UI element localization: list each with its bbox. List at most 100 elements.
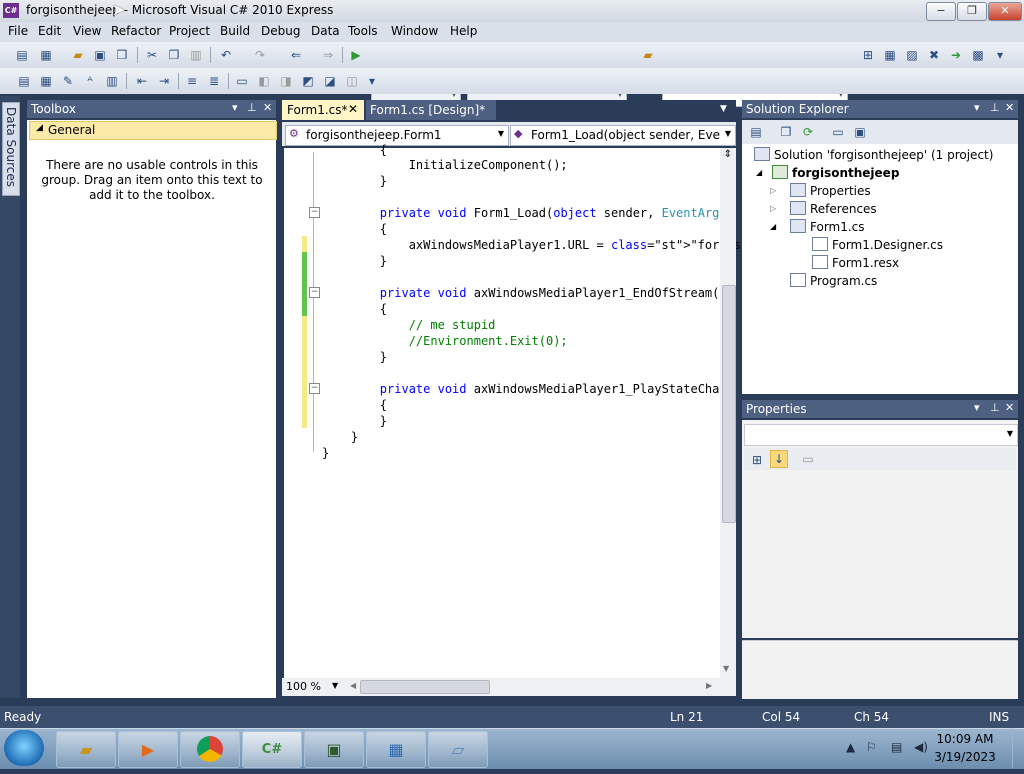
collapse-region-icon[interactable]: − <box>309 383 320 394</box>
action-center-icon[interactable]: ⚐ <box>866 740 877 754</box>
pin-icon[interactable]: ⊥ <box>990 101 1000 114</box>
paste-icon[interactable]: ▥ <box>188 47 204 63</box>
tab-form1-cs[interactable]: Form1.cs* ✕ <box>282 100 364 120</box>
taskbar-chrome[interactable] <box>180 731 240 768</box>
alphabetical-icon[interactable]: ↓ <box>770 450 788 468</box>
volume-icon[interactable]: ◀) <box>914 740 928 754</box>
parameter-info-icon[interactable]: ▦ <box>38 73 54 89</box>
close-icon[interactable]: ✕ <box>263 101 272 114</box>
menu-project[interactable]: Project <box>169 24 210 38</box>
tree-item-project[interactable]: forgisonthejeep <box>772 165 899 180</box>
increase-indent-icon[interactable]: ⇥ <box>156 73 172 89</box>
new-project-icon[interactable]: ▤ <box>14 47 30 63</box>
menu-help[interactable]: Help <box>450 24 477 38</box>
collapse-region-icon[interactable]: − <box>309 207 320 218</box>
refresh-icon[interactable]: ⟳ <box>800 124 816 140</box>
prev-bookmark-folder-icon[interactable]: ◩ <box>300 73 316 89</box>
show-all-files-icon[interactable]: ❐ <box>778 124 794 140</box>
vertical-scroll-thumb[interactable] <box>722 285 736 523</box>
tree-item-form1-designer[interactable]: Form1.Designer.cs <box>812 237 943 252</box>
tree-item-form1-resx[interactable]: Form1.resx <box>812 255 899 270</box>
navigate-forward-icon[interactable]: ⇒ <box>320 47 336 63</box>
taskbar-file-explorer[interactable]: ▰ <box>56 731 116 768</box>
members-combo[interactable]: ◆ Form1_Load(object sender, EventAr ▼ <box>510 125 736 146</box>
view-designer-icon[interactable]: ▣ <box>852 124 868 140</box>
tree-item-program-cs[interactable]: Program.cs <box>790 273 877 288</box>
properties-icon[interactable]: ▤ <box>748 124 764 140</box>
comment-out-icon[interactable]: ≡ <box>184 73 200 89</box>
word-completion-icon[interactable]: ᴬ <box>82 73 98 89</box>
decrease-indent-icon[interactable]: ⇤ <box>134 73 150 89</box>
pin-icon[interactable]: ⊥ <box>247 101 257 114</box>
taskbar-media-player[interactable]: ▶ <box>118 731 178 768</box>
taskbar-visual-csharp[interactable]: C# <box>242 731 302 768</box>
find-in-files-icon[interactable]: ▰ <box>640 47 656 63</box>
toolbox-icon[interactable]: ✖ <box>926 47 942 63</box>
menu-debug[interactable]: Debug <box>261 24 300 38</box>
start-page-icon[interactable]: ➜ <box>948 47 964 63</box>
show-hidden-icons-icon[interactable]: ▲ <box>846 740 855 754</box>
tab-form1-design[interactable]: Form1.cs [Design]* <box>366 100 496 120</box>
expanded-arrow-icon[interactable]: ◢ <box>756 168 762 177</box>
previous-bookmark-icon[interactable]: ◧ <box>256 73 272 89</box>
network-icon[interactable]: ▤ <box>891 740 902 754</box>
menu-view[interactable]: View <box>73 24 101 38</box>
display-object-member-list-icon[interactable]: ▤ <box>16 73 32 89</box>
scroll-left-icon[interactable]: ◀ <box>350 681 356 690</box>
uncomment-icon[interactable]: ≣ <box>206 73 222 89</box>
next-bookmark-folder-icon[interactable]: ◪ <box>322 73 338 89</box>
tree-item-form1-cs[interactable]: Form1.cs <box>790 219 865 234</box>
horizontal-scroll-thumb[interactable] <box>360 680 490 694</box>
menu-data[interactable]: Data <box>311 24 340 38</box>
object-browser-icon[interactable]: ▨ <box>904 47 920 63</box>
types-combo[interactable]: ⚙ forgisonthejeep.Form1 ▼ <box>285 125 509 146</box>
show-desktop-button[interactable] <box>1012 728 1024 768</box>
collapsed-arrow-icon[interactable]: ▷ <box>770 204 776 213</box>
window-position-icon[interactable]: ▾ <box>974 101 980 114</box>
close-button[interactable]: ✕ <box>988 2 1022 21</box>
pin-icon[interactable]: ⊥ <box>990 401 1000 414</box>
extension-manager-icon[interactable]: ▩ <box>970 47 986 63</box>
property-pages-icon[interactable]: ▭ <box>800 451 816 467</box>
tab-list-dropdown-icon[interactable]: ▼ <box>720 104 727 114</box>
windows-start-button[interactable] <box>4 730 44 766</box>
cut-icon[interactable]: ✂ <box>144 47 160 63</box>
close-icon[interactable]: ✕ <box>1005 401 1014 414</box>
properties-window-icon[interactable]: ▦ <box>882 47 898 63</box>
clock-date[interactable]: 3/19/2023 <box>930 750 1000 764</box>
zoom-combo[interactable]: 100 % ▼ <box>286 680 342 694</box>
toolbar-options-icon[interactable]: ▾ <box>364 73 380 89</box>
toggle-bookmark-icon[interactable]: ▭ <box>234 73 250 89</box>
taskbar-computer[interactable]: ▣ <box>304 731 364 768</box>
save-all-icon[interactable]: ❒ <box>114 47 130 63</box>
start-debugging-icon[interactable]: ▶ <box>348 47 364 63</box>
collapsed-arrow-icon[interactable]: ▷ <box>770 186 776 195</box>
menu-tools[interactable]: Tools <box>348 24 378 38</box>
scroll-right-icon[interactable]: ▶ <box>706 681 712 690</box>
object-selector-combo[interactable]: ▼ <box>744 424 1018 446</box>
taskbar-control-panel[interactable]: ▦ <box>366 731 426 768</box>
copy-icon[interactable]: ❐ <box>166 47 182 63</box>
toolbar-options-icon[interactable]: ▾ <box>992 47 1008 63</box>
tree-item-properties[interactable]: Properties <box>790 183 871 198</box>
solution-explorer-icon[interactable]: ⊞ <box>860 47 876 63</box>
next-bookmark-icon[interactable]: ◨ <box>278 73 294 89</box>
taskbar-notepad[interactable]: ▱ <box>428 731 488 768</box>
save-icon[interactable]: ▣ <box>92 47 108 63</box>
window-position-icon[interactable]: ▾ <box>974 401 980 414</box>
collapse-region-icon[interactable]: − <box>309 287 320 298</box>
clear-bookmarks-icon[interactable]: ◫ <box>344 73 360 89</box>
menu-refactor[interactable]: Refactor <box>111 24 161 38</box>
clock-time[interactable]: 10:09 AM <box>930 732 1000 746</box>
add-item-icon[interactable]: ▦ <box>38 47 54 63</box>
view-code-icon[interactable]: ▭ <box>830 124 846 140</box>
scroll-down-icon[interactable]: ▼ <box>723 664 729 673</box>
window-position-icon[interactable]: ▾ <box>232 101 238 114</box>
redo-icon[interactable]: ↷ <box>252 47 268 63</box>
minimize-button[interactable]: − <box>926 2 956 21</box>
split-handle-icon[interactable]: ⇕ <box>721 149 735 163</box>
list-icon[interactable]: ▥ <box>104 73 120 89</box>
undo-icon[interactable]: ↶ <box>218 47 234 63</box>
menu-window[interactable]: Window <box>391 24 438 38</box>
close-icon[interactable]: ✕ <box>1005 101 1014 114</box>
